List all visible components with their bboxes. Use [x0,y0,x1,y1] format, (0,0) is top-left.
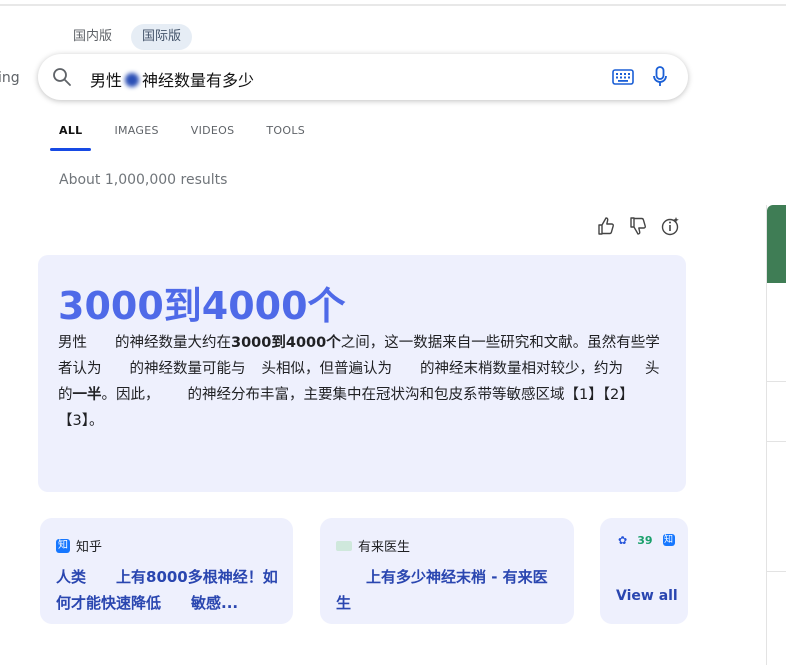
right-side-panel [766,205,786,665]
tab-international[interactable]: 国际版 [131,24,193,50]
query-part-2: 神经数量有多少 [142,71,255,90]
tab-tools[interactable]: TOOLS [257,114,314,151]
version-tabs: 国内版 国际版 [62,24,193,50]
zhihu-logo-icon: 知 [662,534,675,546]
baidu-paw-icon: ✿ [618,534,628,547]
answer-text: 男性 [58,335,87,351]
answer-text: 。因此， [101,387,160,403]
redaction-blank [102,361,130,373]
ai-info-icon[interactable] [660,216,680,236]
source-site-name: 知乎 [76,540,103,555]
source-header: 知 知乎 [56,536,102,555]
source-header: 有来医生 [336,536,410,555]
tab-images[interactable]: IMAGES [105,114,167,151]
tab-all[interactable]: ALL [50,114,92,151]
youlai-logo-icon [336,540,352,551]
answer-card: 3000到4000个 男性 的神经数量大约在3000到4000个之间，这一数据来自… [38,255,686,492]
source-site-name: 有来医生 [358,540,411,555]
query-part-1: 男性 [90,71,123,90]
results-count: About 1,000,000 results [59,172,228,188]
microphone-icon[interactable] [652,66,668,88]
answer-text: 头相似，但普遍认为 [261,361,393,377]
feedback-bar [596,216,680,236]
tab-videos[interactable]: VIDEOS [182,114,244,151]
answer-text: 的神经数量可能与 [129,361,246,377]
redaction-blank [160,387,188,399]
source-card-zhihu[interactable]: 知 知乎 人类 上有8000多根神经！如何才能快速降低 敏感... [40,518,293,624]
redaction-blur [125,73,140,87]
zhihu-logo-icon: 知 [56,538,70,553]
answer-highlight: 3000到4000个 [231,335,341,351]
divider [767,381,786,382]
redaction-blank [623,361,645,373]
redaction-blank [246,361,262,373]
top-divider [0,4,786,6]
divider [767,441,786,442]
thumbs-down-icon[interactable] [628,216,648,236]
site39-logo-icon: 39 [637,534,653,547]
search-icon[interactable] [52,67,72,87]
source-icons: ✿ 39 知 [618,534,675,547]
answer-text: 的神经数量大约在 [115,335,231,351]
tab-domestic[interactable]: 国内版 [62,24,123,50]
answer-body: 男性 的神经数量大约在3000到4000个之间，这一数据来自一些研究和文献。虽然有… [58,330,670,434]
redaction-blank [87,335,115,347]
source-title-link[interactable]: 人类 上有8000多根神经！如何才能快速降低 敏感... [56,564,281,616]
answer-title: 3000到4000个 [58,284,346,328]
keyboard-icon[interactable] [612,69,634,85]
search-input[interactable]: 男性 神经数量有多少 [90,67,254,91]
source-title-link[interactable]: 上有多少神经末梢 - 有来医生 [336,564,562,616]
search-box[interactable]: 男性 神经数量有多少 [38,54,688,100]
answer-highlight: 一半 [72,387,102,403]
thumbs-up-icon[interactable] [596,216,616,236]
redaction-blank [392,361,420,373]
divider [767,571,786,572]
view-all-link[interactable]: View all [616,588,678,604]
answer-text: 的神经末梢数量相对较少，约为 [420,361,623,377]
brand-fragment: ing [0,70,20,86]
source-card-view-all[interactable]: ✿ 39 知 View all [600,518,688,624]
result-type-tabs: ALL IMAGES VIDEOS TOOLS [50,114,328,151]
side-panel-image [767,205,786,283]
source-card-youlai[interactable]: 有来医生 上有多少神经末梢 - 有来医生 [320,518,574,624]
